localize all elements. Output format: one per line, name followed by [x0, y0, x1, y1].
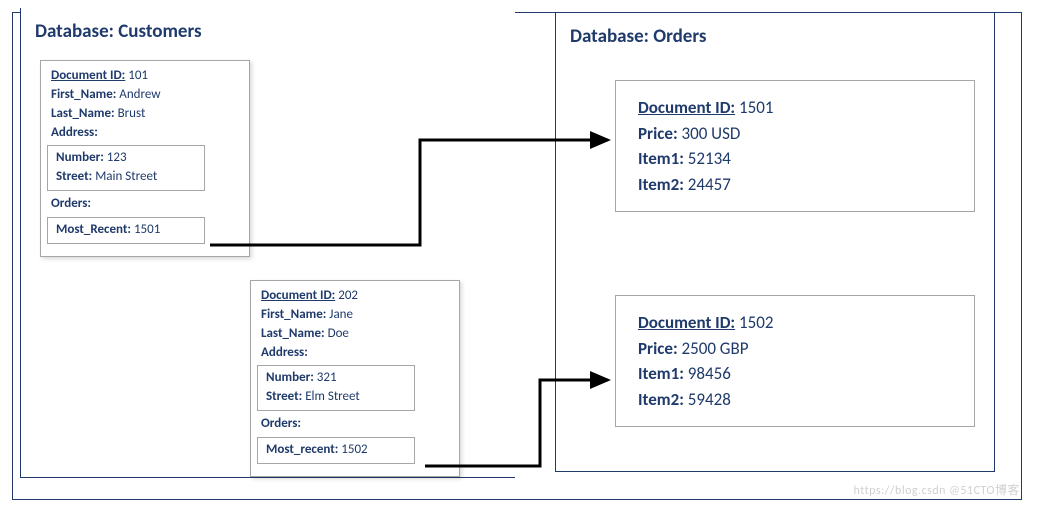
item1-value: 98456 [688, 363, 731, 384]
database-orders-title: Database: Orders [556, 13, 994, 54]
doc-id-label: Document ID: [638, 312, 735, 333]
address-street-row: Street: Elm Street [266, 388, 406, 407]
first-name-row: First_Name: Andrew [51, 86, 239, 105]
address-street-label: Street: [266, 389, 302, 404]
doc-id-row: Document ID: 1501 [638, 95, 952, 121]
most-recent-label: Most_Recent: [56, 222, 131, 237]
price-value: 300 USD [681, 123, 740, 144]
address-box: Number: 321 Street: Elm Street [257, 365, 415, 411]
address-number-row: Number: 123 [56, 149, 196, 168]
first-name-value: Andrew [119, 87, 160, 102]
doc-id-row: Document ID: 101 [51, 67, 239, 86]
last-name-value: Doe [328, 326, 349, 341]
price-label: Price: [638, 338, 678, 359]
item1-label: Item1: [638, 148, 684, 169]
item2-label: Item2: [638, 389, 684, 410]
address-label: Address: [51, 125, 98, 140]
doc-id-label: Document ID: [261, 288, 335, 303]
order-document-1: Document ID: 1501 Price: 300 USD Item1: … [615, 80, 975, 212]
orders-label: Orders: [261, 416, 301, 431]
address-street-value: Elm Street [305, 389, 360, 404]
address-street-value: Main Street [95, 169, 157, 184]
orders-label-row: Orders: [51, 195, 239, 214]
price-value: 2500 GBP [681, 338, 748, 359]
most-recent-label: Most_recent: [266, 442, 338, 457]
price-label: Price: [638, 123, 678, 144]
doc-id-label: Document ID: [638, 97, 735, 118]
most-recent-value: 1501 [134, 222, 160, 237]
doc-id-row: Document ID: 1502 [638, 310, 952, 336]
address-number-label: Number: [266, 370, 314, 385]
order-document-2: Document ID: 1502 Price: 2500 GBP Item1:… [615, 295, 975, 427]
item2-value: 24457 [688, 174, 731, 195]
last-name-label: Last_Name: [51, 106, 115, 121]
watermark-text: https://blog.csdn @51CTO博客 [854, 481, 1020, 498]
orders-label: Orders: [51, 196, 91, 211]
item2-row: Item2: 59428 [638, 387, 952, 413]
address-street-row: Street: Main Street [56, 168, 196, 187]
doc-id-value: 101 [128, 68, 148, 83]
address-number-value: 321 [317, 370, 337, 385]
item2-value: 59428 [688, 389, 731, 410]
item2-label: Item2: [638, 174, 684, 195]
customer-document-1: Document ID: 101 First_Name: Andrew Last… [40, 60, 250, 257]
doc-id-value: 1502 [739, 312, 773, 333]
item2-row: Item2: 24457 [638, 172, 952, 198]
price-row: Price: 300 USD [638, 121, 952, 147]
orders-box: Most_recent: 1502 [257, 437, 415, 464]
doc-id-value: 1501 [739, 97, 773, 118]
orders-label-row: Orders: [261, 415, 449, 434]
address-number-value: 123 [107, 150, 127, 165]
price-row: Price: 2500 GBP [638, 336, 952, 362]
most-recent-row: Most_recent: 1502 [266, 441, 406, 460]
first-name-row: First_Name: Jane [261, 306, 449, 325]
orders-box: Most_Recent: 1501 [47, 217, 205, 244]
customer-document-2: Document ID: 202 First_Name: Jane Last_N… [250, 280, 460, 477]
first-name-label: First_Name: [51, 87, 116, 102]
address-box: Number: 123 Street: Main Street [47, 145, 205, 191]
address-label-row: Address: [261, 344, 449, 363]
last-name-value: Brust [118, 106, 146, 121]
last-name-row: Last_Name: Doe [261, 325, 449, 344]
address-number-row: Number: 321 [266, 369, 406, 388]
last-name-row: Last_Name: Brust [51, 105, 239, 124]
address-label: Address: [261, 345, 308, 360]
first-name-value: Jane [329, 307, 353, 322]
address-street-label: Street: [56, 169, 92, 184]
item1-value: 52134 [688, 148, 731, 169]
doc-id-value: 202 [338, 288, 358, 303]
doc-id-label: Document ID: [51, 68, 125, 83]
first-name-label: First_Name: [261, 307, 326, 322]
address-label-row: Address: [51, 124, 239, 143]
item1-label: Item1: [638, 363, 684, 384]
address-number-label: Number: [56, 150, 104, 165]
item1-row: Item1: 52134 [638, 146, 952, 172]
doc-id-row: Document ID: 202 [261, 287, 449, 306]
last-name-label: Last_Name: [261, 326, 325, 341]
most-recent-row: Most_Recent: 1501 [56, 221, 196, 240]
database-customers-title: Database: Customers [21, 8, 515, 49]
most-recent-value: 1502 [341, 442, 367, 457]
item1-row: Item1: 98456 [638, 361, 952, 387]
